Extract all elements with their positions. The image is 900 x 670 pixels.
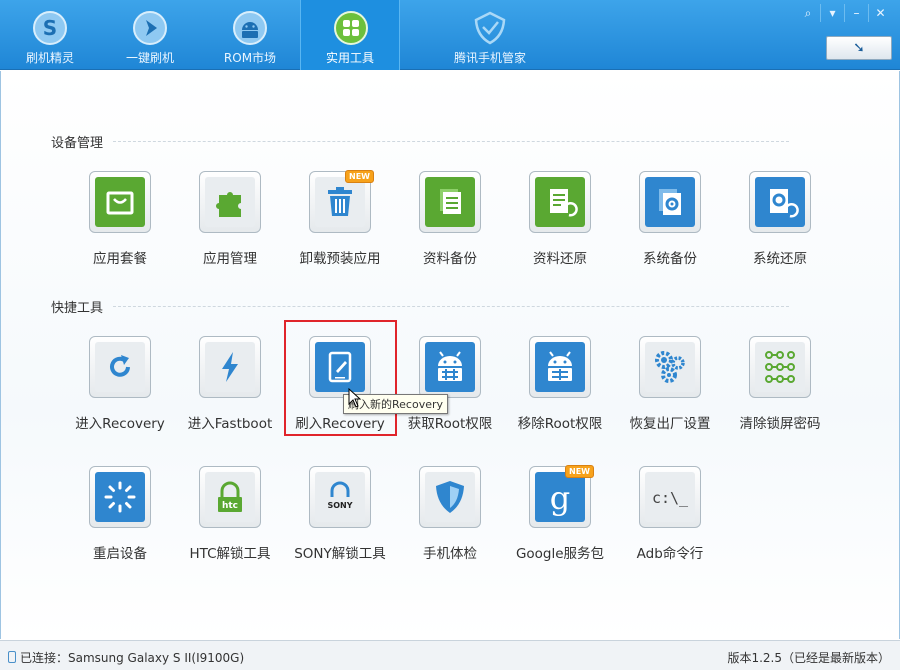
feedback-button[interactable]: ⌕ [796,4,820,22]
tile [529,336,591,398]
android-icon [233,11,267,45]
brand-label: SONY [327,501,352,510]
section-title-device: 设备管理 [51,136,104,151]
section-title-quick: 快捷工具 [51,301,104,316]
grid-tools-icon [334,11,368,45]
tile [749,336,811,398]
terminal-icon: c:\_ [652,489,689,507]
play-arrow-icon [133,11,167,45]
android-unroot-icon [548,351,572,381]
new-badge: NEW [345,170,374,183]
tab-rom-market[interactable]: ROM市场 [200,0,300,70]
selection-highlight [284,320,397,436]
close-button[interactable]: ✕ [868,4,892,22]
update-button[interactable]: ➘ [826,36,892,60]
new-badge: NEW [565,465,594,478]
tile: SONY [309,466,371,528]
gears-icon [655,351,685,383]
tool-label: 系统还原 [753,251,807,267]
tab-tencent-manager[interactable]: 腾讯手机管家 [430,0,550,70]
main-panel: 设备管理 应用套餐 应用管理 NEW 卸载预装应用 资料备份 资料还原 系统备份… [0,71,900,639]
tab-one-click-flash[interactable]: 一键刷机 [100,0,200,70]
brand-label: htc [222,501,238,511]
mouse-cursor-icon [348,388,362,408]
tile [419,336,481,398]
htc-lock-icon: htc [218,481,242,512]
tab-label: 实用工具 [325,51,374,65]
minimize-button[interactable]: – [844,4,868,22]
system-backup-icon [659,189,681,215]
connection-text: 已连接：Samsung Galaxy S II(I9100G) [20,651,245,665]
tile: g NEW [529,465,594,528]
document-restore-icon [550,189,578,217]
restart-sun-icon [104,481,136,513]
phone-icon [8,651,16,663]
connection-status: 已连接：Samsung Galaxy S II(I9100G) [8,649,244,666]
tab-utility-tools[interactable]: 实用工具 [300,0,400,70]
tile [749,171,811,233]
flash-sprite-logo-icon: S [33,11,67,45]
trash-icon [328,187,352,216]
shield-check-icon [474,11,506,45]
tile [639,171,701,233]
top-navigation-bar: S 刷机精灵 一键刷机 ROM市场 实用工具 腾讯手机管家 ⌕ ▾ – ✕ ➘ [0,0,900,70]
section-divider [113,306,789,307]
tile [199,171,261,233]
tile [419,171,481,233]
tile [199,336,261,398]
tool-label: Adb命令行 [636,546,704,562]
tab-flash-sprite[interactable]: S 刷机精灵 [0,0,100,70]
shield-icon [436,481,464,513]
google-g-icon: g [550,479,570,517]
tile [419,466,481,528]
pattern-lock-icon [765,351,795,383]
shopping-bag-icon [106,191,134,215]
svg-text:S: S [43,16,57,40]
menu-button[interactable]: ▾ [820,4,844,22]
android-root-icon [438,351,462,381]
tile [89,466,151,528]
document-backup-icon [440,189,461,214]
tile: htc [199,466,261,528]
refresh-icon [110,355,130,377]
tile [89,336,151,398]
tab-label: ROM市场 [223,51,277,65]
version-text: 版本1.2.5（已经是最新版本） [727,651,890,665]
tool-label: 清除锁屏密码 [739,416,821,432]
tab-label: 一键刷机 [125,51,174,65]
lightning-icon [222,352,238,382]
tile [529,171,591,233]
tile [89,171,151,233]
svg-text:g: g [550,479,570,517]
system-restore-icon [770,189,799,218]
tile: NEW [309,170,374,233]
tab-label: 腾讯手机管家 [453,51,526,65]
window-controls: ⌕ ▾ – ✕ [796,4,892,22]
tile [639,336,701,398]
tile: c:\_ [639,466,701,528]
sony-lock-icon: SONY [327,481,353,512]
status-bar: 已连接：Samsung Galaxy S II(I9100G) 版本1.2.5（… [0,640,900,670]
puzzle-icon [216,192,241,217]
tab-label: 刷机精灵 [25,51,74,65]
section-divider [113,141,789,142]
prompt-text: c:\_ [652,489,689,507]
